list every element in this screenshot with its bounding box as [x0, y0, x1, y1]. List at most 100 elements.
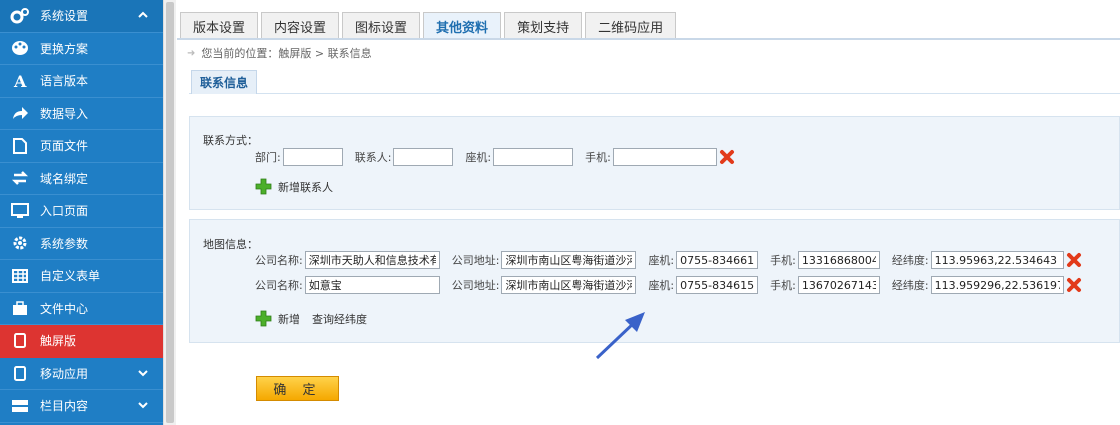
sidebar-item-label: 栏目内容	[40, 399, 89, 414]
gear-icon	[10, 234, 30, 252]
columns-icon	[10, 397, 30, 415]
scrollbar-thumb[interactable]	[166, 2, 174, 423]
mobile-field[interactable]	[612, 148, 717, 166]
sidebar-item-custom-form[interactable]: 自定义表单	[0, 260, 163, 293]
sidebar-item-label: 更换方案	[40, 41, 89, 56]
sidebar-item-column-content[interactable]: 栏目内容	[0, 390, 163, 423]
sidebar-item-system-params[interactable]: 系统参数	[0, 228, 163, 260]
sidebar-item-label: 触屏版	[40, 334, 77, 349]
address-label: 公司地址:	[451, 254, 500, 267]
phone-field[interactable]	[676, 251, 759, 269]
gears-icon	[10, 7, 30, 25]
address-field[interactable]	[501, 276, 637, 294]
phone-field[interactable]	[676, 276, 759, 294]
sidebar-item-label: 页面文件	[40, 139, 89, 154]
contact-row: 部门: 联系人: 座机: 手机:	[255, 148, 735, 166]
contact-panel: 联系方式： 部门: 联系人: 座机: 手机: 新增联系人	[189, 116, 1120, 210]
latlng-field[interactable]	[930, 251, 1064, 269]
briefcase-icon	[10, 299, 30, 317]
mobile-field[interactable]	[797, 276, 880, 294]
add-contact-button[interactable]: 新增联系人	[255, 178, 333, 195]
company-field[interactable]	[304, 251, 440, 269]
svg-text:A: A	[13, 73, 27, 89]
delete-icon[interactable]	[1066, 277, 1082, 293]
sidebar-item-page-files[interactable]: 页面文件	[0, 130, 163, 163]
delete-icon[interactable]	[1066, 252, 1082, 268]
tab-other-info[interactable]: 其他资料	[423, 12, 502, 39]
mobile-field[interactable]	[797, 251, 880, 269]
tablet-icon	[10, 332, 30, 350]
swap-icon	[10, 169, 30, 187]
dept-field[interactable]	[282, 148, 343, 166]
map-panel: 地图信息： 公司名称: 公司地址: 座机: 手机: 经纬度: 公司名称: 公司地…	[189, 219, 1120, 343]
latlng-label: 经纬度:	[891, 254, 929, 267]
map-row: 公司名称: 公司地址: 座机: 手机: 经纬度:	[255, 276, 1082, 294]
address-label: 公司地址:	[451, 279, 500, 292]
sidebar-item-label: 语言版本	[40, 74, 89, 89]
contact-person-field[interactable]	[393, 148, 454, 166]
add-contact-label: 新增联系人	[278, 180, 333, 194]
latlng-field[interactable]	[930, 276, 1064, 294]
dept-label: 部门:	[255, 151, 281, 164]
mobile-label: 手机:	[585, 151, 611, 164]
sidebar-item-theme[interactable]: 更换方案	[0, 33, 163, 65]
sidebar-item-label: 自定义表单	[40, 269, 101, 284]
sidebar-item-domain[interactable]: 域名绑定	[0, 163, 163, 195]
sidebar-item-file-center[interactable]: 文件中心	[0, 293, 163, 325]
palette-icon	[10, 39, 30, 57]
chevron-down-icon	[137, 367, 149, 382]
address-field[interactable]	[501, 251, 637, 269]
phone-label: 座机:	[465, 151, 492, 164]
phone-label: 座机:	[648, 279, 675, 292]
map-panel-title: 地图信息：	[203, 238, 258, 251]
breadcrumb: ➜ 您当前的位置：触屏版 > 联系信息	[187, 45, 372, 61]
sidebar-item-label: 域名绑定	[40, 171, 89, 186]
tab-icon-settings[interactable]: 图标设置	[342, 12, 421, 39]
map-row: 公司名称: 公司地址: 座机: 手机: 经纬度:	[255, 251, 1082, 269]
share-arrow-icon	[10, 104, 30, 122]
tab-version-settings[interactable]: 版本设置	[180, 12, 259, 39]
plus-icon	[255, 178, 272, 195]
sidebar-item-label: 移动应用	[40, 366, 89, 381]
tab-divider	[177, 38, 1120, 40]
sidebar-item-label: 系统参数	[40, 236, 89, 251]
sidebar-item-language[interactable]: A 语言版本	[0, 65, 163, 98]
query-latlng-link[interactable]: 查询经纬度	[312, 310, 367, 327]
latlng-label: 经纬度:	[891, 279, 929, 292]
sidebar-item-import[interactable]: 数据导入	[0, 98, 163, 130]
add-map-entry-button[interactable]: 新增	[255, 310, 300, 327]
file-icon	[10, 137, 30, 155]
sidebar-item-label: 文件中心	[40, 301, 89, 316]
tab-qrcode-app[interactable]: 二维码应用	[585, 12, 677, 39]
phone-field[interactable]	[493, 148, 574, 166]
phone-label: 座机:	[648, 254, 675, 267]
breadcrumb-text: 您当前的位置：触屏版 > 联系信息	[201, 47, 372, 60]
sidebar-item-system-settings[interactable]: 系统设置	[0, 0, 163, 33]
plus-icon	[255, 310, 272, 327]
annotation-arrow-icon	[595, 312, 645, 360]
chevron-down-icon	[137, 399, 149, 414]
section-header: 联系信息	[189, 70, 1120, 94]
sidebar-item-label: 系统设置	[40, 9, 89, 24]
tab-content-settings[interactable]: 内容设置	[261, 12, 340, 39]
company-field[interactable]	[304, 276, 440, 294]
sidebar-item-entry-page[interactable]: 入口页面	[0, 195, 163, 228]
letter-a-icon: A	[10, 72, 30, 90]
tablet-icon	[10, 364, 30, 382]
table-icon	[10, 267, 30, 285]
chevron-up-icon	[137, 9, 149, 24]
sidebar-scrollbar[interactable]	[163, 0, 176, 425]
mobile-label: 手机:	[770, 254, 796, 267]
sidebar-item-touch-screen[interactable]: 触屏版	[0, 325, 163, 358]
tab-bar: 版本设置 内容设置 图标设置 其他资料 策划支持 二维码应用	[177, 12, 677, 39]
sidebar-item-label: 入口页面	[40, 204, 89, 219]
sidebar: 系统设置 更换方案 A 语言版本 数据导入 页面文件 域名绑定 入口页面 系统参…	[0, 0, 163, 425]
add-map-entry-label: 新增	[278, 312, 300, 326]
section-title: 联系信息	[191, 70, 258, 94]
query-latlng-label: 查询经纬度	[312, 312, 367, 326]
sidebar-item-mobile-apps[interactable]: 移动应用	[0, 358, 163, 390]
tab-planning-support[interactable]: 策划支持	[504, 12, 583, 39]
delete-icon[interactable]	[719, 149, 735, 165]
confirm-button[interactable]: 确 定	[256, 376, 339, 401]
main-content: 版本设置 内容设置 图标设置 其他资料 策划支持 二维码应用 ➜ 您当前的位置：…	[177, 0, 1120, 425]
